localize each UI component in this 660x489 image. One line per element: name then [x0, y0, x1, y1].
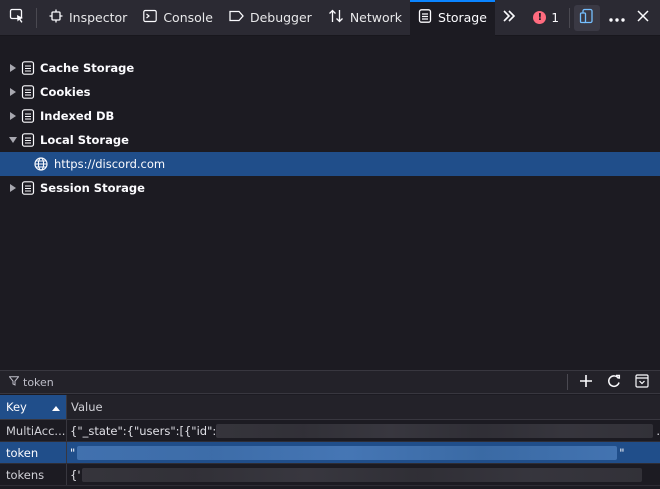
cell-key: MultiAcc... [0, 420, 67, 441]
tab-debugger[interactable]: Debugger [221, 0, 320, 36]
tree-item-label: Session Storage [40, 181, 145, 195]
sidebar-toggle-button[interactable] [628, 371, 656, 393]
redacted-value [216, 423, 654, 438]
sidebar-panel-icon [635, 373, 649, 391]
table-row[interactable]: MultiAcc... {"_state":{"users":[{"id": . [0, 420, 660, 442]
tab-storage[interactable]: Storage [410, 0, 495, 36]
cell-value: {"_state":{"users":[{"id": . [67, 420, 660, 441]
expand-arrow-icon[interactable] [6, 88, 20, 96]
storage-icon [418, 9, 432, 26]
storage-icon [21, 61, 35, 75]
table-header: Key Value [0, 395, 660, 420]
toolbar-separator [569, 7, 570, 28]
tab-label: Debugger [249, 10, 312, 25]
refresh-button[interactable] [600, 371, 628, 393]
cell-key: token [0, 442, 67, 463]
close-devtools-button[interactable] [630, 0, 656, 36]
storage-filter-bar: token [0, 370, 660, 394]
value-text: " [70, 445, 76, 460]
column-header-value[interactable]: Value [67, 395, 660, 419]
storage-icon [21, 109, 35, 123]
element-picker-icon [9, 8, 25, 27]
storage-icon [21, 133, 35, 147]
tree-item-discord-origin[interactable]: https://discord.com [0, 152, 660, 176]
responsive-design-mode-button[interactable] [574, 4, 600, 31]
tree-item-cookies[interactable]: Cookies [0, 80, 660, 104]
expand-arrow-icon[interactable] [6, 112, 20, 120]
tab-label: Network [349, 10, 403, 25]
debugger-icon [229, 9, 244, 26]
tab-label: Inspector [69, 10, 128, 25]
more-tools-button[interactable] [495, 0, 523, 36]
inspector-icon [49, 9, 63, 26]
tab-label: Console [163, 10, 213, 25]
storage-tree: Cache Storage Cookies Indexed DB Local S… [0, 37, 660, 370]
storage-icon [21, 85, 35, 99]
value-text: {"_state":{"users":[{"id": [70, 423, 217, 438]
tab-inspector[interactable]: Inspector [41, 0, 135, 36]
value-text: . [656, 423, 660, 438]
responsive-design-icon [579, 8, 595, 27]
cell-value: {' [67, 464, 660, 485]
close-icon [637, 10, 649, 25]
filter-icon [8, 375, 20, 389]
collapse-arrow-icon[interactable] [6, 137, 20, 143]
tree-item-label: Indexed DB [40, 109, 115, 123]
redacted-value [82, 467, 643, 482]
redacted-value [77, 445, 618, 460]
column-header-label: Key [6, 400, 27, 414]
column-header-key[interactable]: Key [0, 395, 67, 419]
expand-arrow-icon[interactable] [6, 64, 20, 72]
tab-label: Storage [438, 10, 487, 25]
toolbar-separator [36, 7, 37, 28]
tree-item-label: Cache Storage [40, 61, 135, 75]
refresh-icon [607, 374, 621, 391]
network-icon [328, 9, 344, 26]
tab-console[interactable]: Console [135, 0, 221, 36]
add-item-button[interactable] [572, 371, 600, 393]
error-count-badge[interactable]: ! 1 [523, 11, 569, 25]
plus-icon [579, 374, 593, 391]
double-chevron-right-icon [502, 10, 516, 25]
tree-item-cache-storage[interactable]: Cache Storage [0, 56, 660, 80]
meatball-menu-icon [609, 11, 625, 25]
storage-table: Key Value MultiAcc... {"_state":{"users"… [0, 395, 660, 489]
tree-item-label: Cookies [40, 85, 91, 99]
error-count: 1 [551, 10, 559, 25]
tree-item-local-storage[interactable]: Local Storage [0, 128, 660, 152]
tree-item-label: https://discord.com [54, 157, 166, 171]
value-text: {' [70, 467, 81, 482]
table-row[interactable]: tokens {' [0, 464, 660, 486]
filter-value: token [23, 375, 54, 389]
console-icon [143, 9, 158, 26]
table-row[interactable]: token " " [0, 442, 660, 464]
tree-item-label: Local Storage [40, 133, 129, 147]
cell-value: " " [67, 442, 660, 463]
cell-key: tokens [0, 464, 67, 485]
customize-devtools-button[interactable] [604, 0, 630, 36]
filter-input[interactable]: token [0, 376, 567, 389]
tree-item-indexed-db[interactable]: Indexed DB [0, 104, 660, 128]
value-text: " [619, 445, 625, 460]
error-icon: ! [533, 11, 547, 24]
globe-icon [34, 157, 48, 171]
tab-network[interactable]: Network [320, 0, 410, 36]
column-header-label: Value [71, 400, 103, 414]
sort-ascending-icon [52, 400, 60, 414]
storage-icon [21, 181, 35, 195]
devtools-toolbar: Inspector Console Debugger Network Stora… [0, 0, 660, 36]
toolbar-separator [567, 374, 568, 390]
tree-item-session-storage[interactable]: Session Storage [0, 176, 660, 200]
expand-arrow-icon[interactable] [6, 184, 20, 192]
element-picker-button[interactable] [0, 0, 34, 36]
